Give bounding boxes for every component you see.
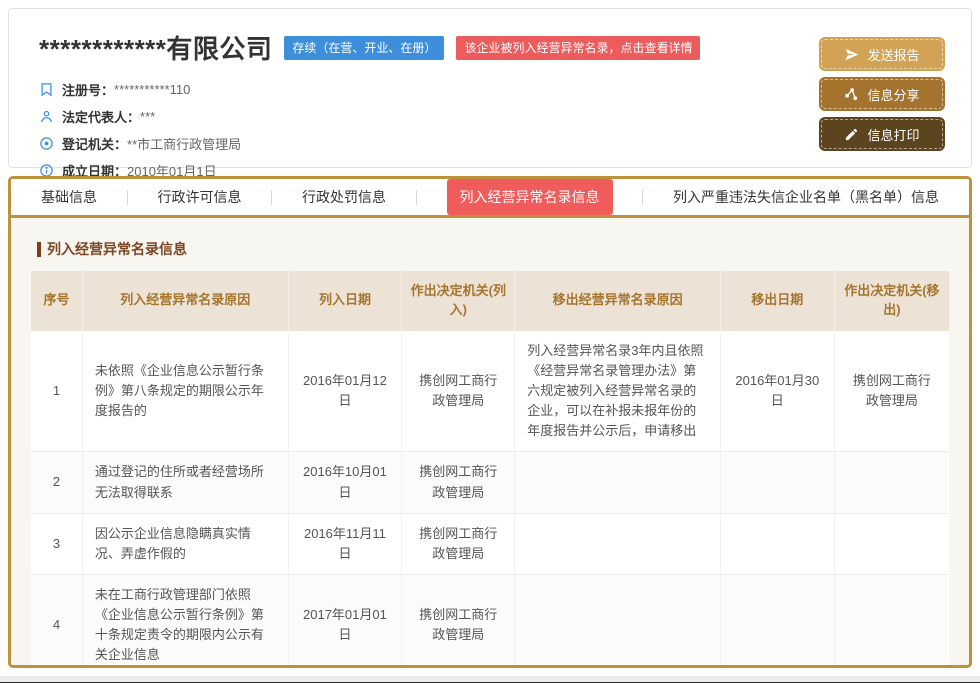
header-actions: 发送报告 信息分享 信息打印 xyxy=(821,29,943,167)
cell-remove-date xyxy=(720,574,834,668)
cell-list-reason: 因公示企业信息隐瞒真实情况、弄虚作假的 xyxy=(82,513,288,574)
cell-remove-reason xyxy=(515,574,721,668)
tab-basic-info[interactable]: 基础信息 xyxy=(41,187,97,207)
tab-divider xyxy=(127,190,128,205)
col-header-list-reason: 列入经营异常名录原因 xyxy=(82,271,288,331)
page: ************有限公司 存续（在营、开业、在册） 该企业被列入经营异常… xyxy=(0,0,980,683)
table-row: 2 通过登记的住所或者经营场所无法取得联系 2016年10月01日 携创网工商行… xyxy=(31,452,949,513)
send-report-button[interactable]: 发送报告 xyxy=(821,39,943,69)
send-report-label: 发送报告 xyxy=(867,45,919,64)
certificate-icon xyxy=(39,82,54,97)
cell-index: 4 xyxy=(31,574,82,668)
table-row: 4 未在工商行政管理部门依照《企业信息公示暂行条例》第十条规定责令的期限内公示有… xyxy=(31,574,949,668)
info-label: 注册号： xyxy=(62,80,114,99)
cell-remove-reason: 列入经营异常名录3年内且依照《经营异常名录管理办法》第六规定被列入经营异常名录的… xyxy=(515,331,721,452)
tab-divider xyxy=(271,190,272,205)
col-header-remove-authority: 作出决定机关(移出) xyxy=(834,271,949,331)
abnormal-list-table: 序号 列入经营异常名录原因 列入日期 作出决定机关(列入) 移出经营异常名录原因… xyxy=(31,271,949,668)
cell-list-date: 2016年10月01日 xyxy=(288,452,402,513)
cell-list-authority: 携创网工商行政管理局 xyxy=(402,513,515,574)
tab-administrative-license[interactable]: 行政许可信息 xyxy=(158,187,242,207)
tab-administrative-penalty[interactable]: 行政处罚信息 xyxy=(302,187,386,207)
tab-bar: 基础信息 行政许可信息 行政处罚信息 列入经营异常名录信息 列入严重违法失信企业… xyxy=(11,179,969,218)
share-info-button[interactable]: 信息分享 xyxy=(821,79,943,109)
cell-index: 3 xyxy=(31,513,82,574)
company-info: ************有限公司 存续（在营、开业、在册） 该企业被列入经营异常… xyxy=(39,29,700,167)
abnormal-warning-badge[interactable]: 该企业被列入经营异常名录，点击查看详情 xyxy=(456,36,700,60)
cell-remove-date xyxy=(720,513,834,574)
col-header-list-authority: 作出决定机关(列入) xyxy=(402,271,515,331)
status-badge: 存续（在营、开业、在册） xyxy=(284,36,444,60)
cell-list-reason: 通过登记的住所或者经营场所无法取得联系 xyxy=(82,452,288,513)
share-info-label: 信息分享 xyxy=(867,85,919,104)
tab-divider xyxy=(642,190,643,205)
print-info-button[interactable]: 信息打印 xyxy=(821,119,943,149)
print-info-label: 信息打印 xyxy=(867,125,919,144)
cell-index: 2 xyxy=(31,452,82,513)
info-item-legal-representative: 法定代表人： *** xyxy=(39,103,700,130)
info-item-registration-authority: 登记机关： **市工商行政管理局 xyxy=(39,130,700,157)
section-title: 列入经营异常名录信息 xyxy=(37,239,949,259)
pencil-icon xyxy=(844,127,859,142)
person-icon xyxy=(39,109,54,124)
section-title-text: 列入经营异常名录信息 xyxy=(47,239,187,259)
cell-remove-authority xyxy=(834,574,949,668)
info-label: 法定代表人： xyxy=(62,107,140,126)
content-area: 列入经营异常名录信息 序号 列入经营异常名录原因 列入日期 作出决定机关(列入)… xyxy=(11,218,969,668)
col-header-remove-date: 移出日期 xyxy=(720,271,834,331)
col-header-remove-reason: 移出经营异常名录原因 xyxy=(515,271,721,331)
col-header-list-date: 列入日期 xyxy=(288,271,402,331)
cell-list-reason: 未在工商行政管理部门依照《企业信息公示暂行条例》第十条规定责令的期限内公示有关企… xyxy=(82,574,288,668)
cell-remove-date: 2016年01月30日 xyxy=(720,331,834,452)
cell-remove-reason xyxy=(515,513,721,574)
table-row: 3 因公示企业信息隐瞒真实情况、弄虚作假的 2016年11月11日 携创网工商行… xyxy=(31,513,949,574)
col-header-index: 序号 xyxy=(31,271,82,331)
info-label: 登记机关： xyxy=(62,134,127,153)
cell-list-date: 2016年01月12日 xyxy=(288,331,402,452)
cell-list-date: 2017年01月01日 xyxy=(288,574,402,668)
cell-list-authority: 携创网工商行政管理局 xyxy=(402,574,515,668)
section-title-bar xyxy=(37,242,41,257)
table-row: 1 未依照《企业信息公示暂行条例》第八条规定的期限公示年度报告的 2016年01… xyxy=(31,331,949,452)
cell-list-reason: 未依照《企业信息公示暂行条例》第八条规定的期限公示年度报告的 xyxy=(82,331,288,452)
tab-serious-violation-blacklist[interactable]: 列入严重违法失信企业名单（黑名单）信息 xyxy=(673,187,939,207)
info-item-registration-number: 注册号： ***********110 xyxy=(39,76,700,103)
cell-remove-authority xyxy=(834,452,949,513)
company-header-card: ************有限公司 存续（在营、开业、在册） 该企业被列入经营异常… xyxy=(8,8,972,168)
share-nodes-icon xyxy=(844,87,859,102)
cell-index: 1 xyxy=(31,331,82,452)
main-section: 基础信息 行政许可信息 行政处罚信息 列入经营异常名录信息 列入严重违法失信企业… xyxy=(8,176,972,668)
tab-divider xyxy=(416,190,417,205)
location-icon xyxy=(39,136,54,151)
paper-plane-icon xyxy=(844,47,859,62)
cell-remove-authority: 携创网工商行政管理局 xyxy=(834,331,949,452)
cell-remove-reason xyxy=(515,452,721,513)
cell-remove-authority xyxy=(834,513,949,574)
cell-remove-date xyxy=(720,452,834,513)
table-header-row: 序号 列入经营异常名录原因 列入日期 作出决定机关(列入) 移出经营异常名录原因… xyxy=(31,271,949,331)
company-name: ************有限公司 xyxy=(39,29,272,66)
cell-list-authority: 携创网工商行政管理局 xyxy=(402,331,515,452)
info-value: *** xyxy=(140,109,155,124)
cell-list-authority: 携创网工商行政管理局 xyxy=(402,452,515,513)
cell-list-date: 2016年11月11日 xyxy=(288,513,402,574)
tab-abnormal-operation-list[interactable]: 列入经营异常名录信息 xyxy=(447,179,613,215)
info-value: **市工商行政管理局 xyxy=(127,134,241,153)
info-value: ***********110 xyxy=(114,82,190,97)
